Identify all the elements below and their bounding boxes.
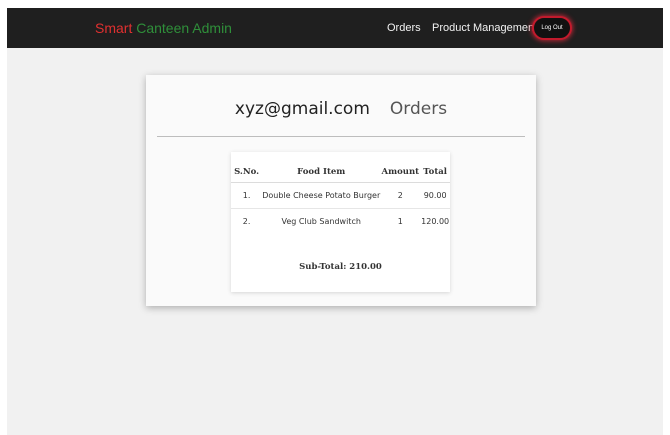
cell-sno: 2. (242, 217, 251, 226)
page-title: Orders (389, 99, 448, 119)
table-row: 2. Veg Club Sandwitch 1 120.00 (231, 209, 450, 235)
cell-total: 90.00 (420, 182, 450, 209)
column-header-total: Total (420, 162, 450, 183)
table-header-row: S.No. Food Item Amount Total (231, 162, 450, 183)
main-content: xyz@gmail.com Orders S.No. Food Item Amou… (7, 48, 663, 435)
nav-link-product-management[interactable]: Product Management (432, 21, 537, 35)
orders-table-panel: S.No. Food Item Amount Total 1. Double C… (231, 152, 450, 292)
brand-word-smart: Smart (95, 20, 133, 36)
cell-food-item: Veg Club Sandwitch (281, 217, 361, 226)
orders-table: S.No. Food Item Amount Total 1. Double C… (231, 162, 450, 234)
user-email: xyz@gmail.com (234, 99, 370, 119)
brand-word-canteen-admin: Canteen Admin (136, 20, 232, 36)
header-divider (157, 136, 525, 137)
table-row: 1. Double Cheese Potato Burger 2 90.00 (231, 182, 450, 209)
top-navbar: Smart Canteen Admin Orders Product Manag… (7, 8, 663, 48)
cell-food-item: Double Cheese Potato Burger (262, 182, 381, 209)
cell-amount: 1 (397, 217, 403, 226)
orders-card: xyz@gmail.com Orders S.No. Food Item Amou… (146, 75, 536, 306)
column-header-sno: S.No. (231, 162, 263, 183)
column-header-food-item: Food Item (262, 162, 381, 183)
logout-button[interactable]: Log Out (532, 16, 572, 40)
card-header: xyz@gmail.com Orders (146, 97, 536, 121)
cell-total: 120.00 (421, 217, 450, 226)
subtotal-label: Sub-Total: 210.00 (299, 262, 382, 272)
brand-logo[interactable]: Smart Canteen Admin (95, 19, 232, 37)
cell-amount: 2 (380, 182, 421, 209)
column-header-amount: Amount (380, 162, 421, 183)
nav-link-orders[interactable]: Orders (387, 21, 421, 35)
cell-sno: 1. (231, 182, 263, 209)
